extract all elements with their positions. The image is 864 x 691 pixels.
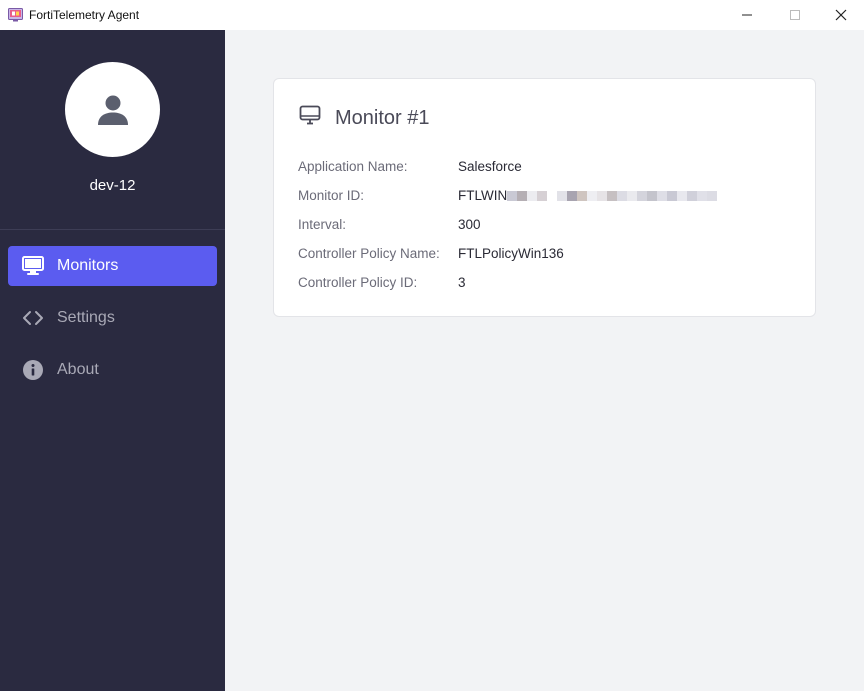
sidebar: dev-12 Monitors Settings About bbox=[0, 30, 225, 691]
close-button[interactable] bbox=[818, 0, 864, 30]
avatar[interactable] bbox=[65, 62, 160, 157]
sidebar-item-label: Monitors bbox=[57, 257, 119, 274]
minimize-button[interactable] bbox=[724, 0, 770, 30]
sidebar-item-label: About bbox=[57, 361, 99, 378]
info-icon bbox=[22, 360, 44, 380]
title-bar: FortiTelemetry Agent bbox=[0, 0, 864, 30]
sidebar-item-settings[interactable]: Settings bbox=[8, 298, 217, 338]
field-label: Interval: bbox=[298, 217, 347, 232]
close-icon bbox=[835, 9, 847, 21]
window-title: FortiTelemetry Agent bbox=[29, 8, 140, 22]
maximize-button[interactable] bbox=[772, 0, 818, 30]
field-value: FTLPolicyWin136 bbox=[458, 246, 564, 261]
username: dev-12 bbox=[89, 177, 136, 194]
redacted-value bbox=[507, 189, 718, 201]
field-label: Monitor ID: bbox=[298, 188, 365, 203]
field-label: Controller Policy ID: bbox=[298, 275, 418, 290]
minimize-icon bbox=[742, 14, 752, 16]
monitor-icon bbox=[22, 256, 44, 276]
monitor-card: Monitor #1 Application Name: Salesforce … bbox=[273, 78, 816, 317]
maximize-icon bbox=[790, 10, 800, 20]
field-label: Application Name: bbox=[298, 159, 408, 174]
field-label: Controller Policy Name: bbox=[298, 246, 440, 261]
field-value: 3 bbox=[458, 275, 466, 290]
field-value: 300 bbox=[458, 217, 481, 232]
app-logo-icon bbox=[8, 8, 23, 22]
field-value-container: FTLWIN bbox=[458, 188, 718, 203]
sidebar-item-about[interactable]: About bbox=[8, 350, 217, 390]
card-title: Monitor #1 bbox=[335, 107, 430, 129]
monitor-icon bbox=[299, 105, 321, 125]
sidebar-item-monitors[interactable]: Monitors bbox=[8, 246, 217, 286]
user-icon bbox=[97, 95, 128, 125]
field-value: FTLWIN bbox=[458, 188, 508, 203]
sidebar-item-label: Settings bbox=[57, 309, 115, 326]
sidebar-divider bbox=[0, 229, 225, 230]
code-icon bbox=[22, 308, 44, 328]
field-value: Salesforce bbox=[458, 159, 522, 174]
